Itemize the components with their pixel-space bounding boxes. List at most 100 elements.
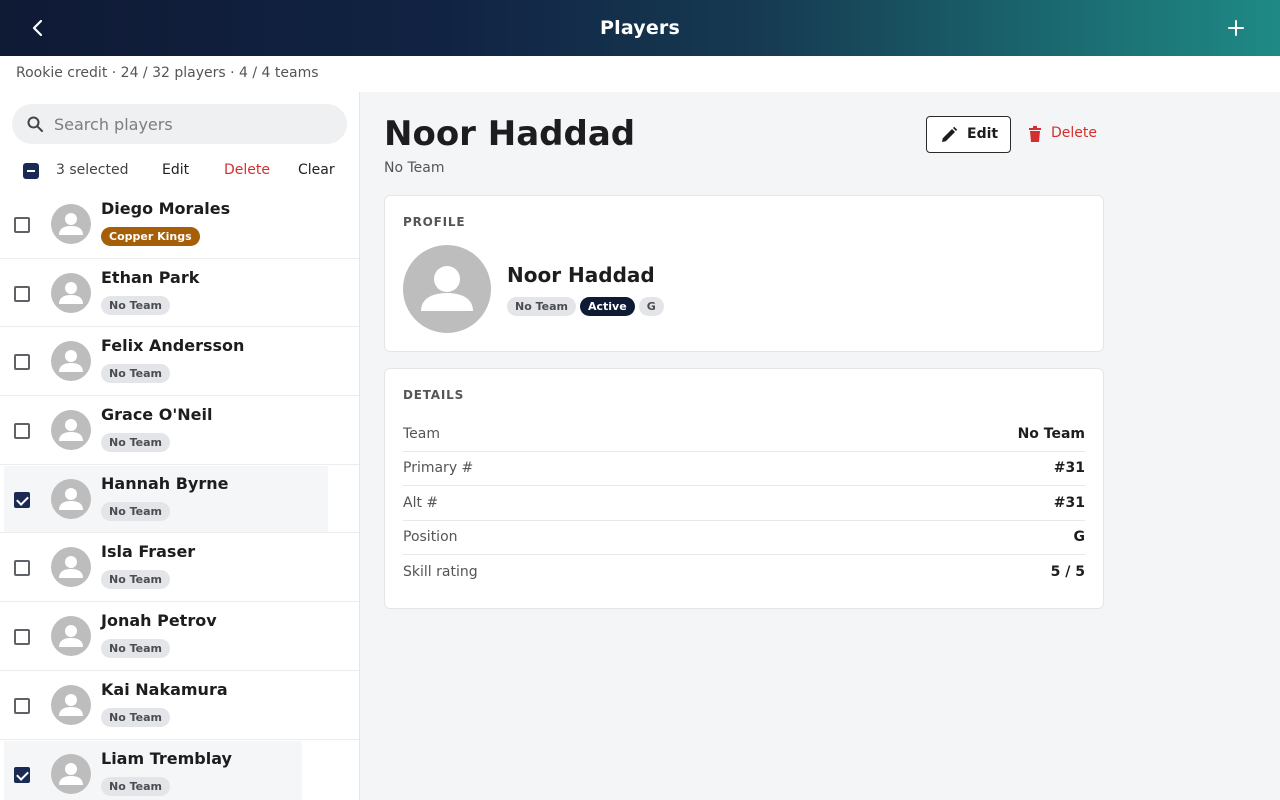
search-bar <box>12 104 347 144</box>
person-icon <box>59 419 83 442</box>
person-icon <box>59 625 83 648</box>
team-chip: No Team <box>101 639 170 659</box>
detail-label: Position <box>403 529 458 545</box>
team-chip: No Team <box>101 570 170 590</box>
person-icon <box>59 281 83 304</box>
detail-label: Primary # <box>403 460 474 476</box>
row-checkbox[interactable] <box>14 766 30 783</box>
team-chip: No Team <box>507 297 576 316</box>
row-checkbox[interactable] <box>14 423 30 440</box>
plus-icon <box>1228 20 1244 36</box>
selection-bar: 3 selected Edit Delete Clear <box>0 156 359 186</box>
detail-player-team: No Team <box>384 160 445 176</box>
detail-value: 5 / 5 <box>1050 564 1085 580</box>
person-icon <box>421 266 473 311</box>
team-chip: No Team <box>101 295 170 315</box>
team-chip: No Team <box>101 433 170 453</box>
edit-label: Edit <box>967 126 999 142</box>
player-name: Isla Fraser <box>101 542 196 562</box>
avatar <box>51 547 91 588</box>
roster-summary: Rookie credit · 24 / 32 players · 4 / 4 … <box>16 65 319 81</box>
detail-label: Alt # <box>403 495 439 511</box>
detail-row-position: Position G <box>403 521 1085 555</box>
avatar <box>51 272 91 313</box>
search-icon <box>27 116 43 132</box>
person-icon <box>59 556 83 579</box>
avatar <box>51 684 91 725</box>
row-checkbox[interactable] <box>14 354 30 371</box>
detail-row-skill-rating: Skill rating 5 / 5 <box>403 556 1085 590</box>
list-item[interactable]: Kai Nakamura No Team <box>0 671 359 740</box>
detail-value: No Team <box>1017 426 1085 442</box>
delete-label: Delete <box>1051 125 1097 141</box>
status-badge: Active <box>579 297 635 316</box>
list-item[interactable]: Felix Andersson No Team <box>0 327 359 397</box>
trash-icon <box>1029 126 1041 142</box>
position-chip: G <box>638 297 664 316</box>
details-card: DETAILS Team No Team Primary # #31 Alt #… <box>384 368 1104 609</box>
detail-row-primary-number: Primary # #31 <box>403 452 1085 486</box>
avatar <box>51 341 91 382</box>
bulk-delete-button[interactable]: Delete <box>224 162 270 178</box>
list-item[interactable]: Diego Morales Copper Kings <box>0 190 359 259</box>
row-checkbox[interactable] <box>14 285 30 302</box>
profile-card: PROFILE Noor Haddad No Team Active G <box>384 195 1104 352</box>
detail-value: #31 <box>1053 495 1085 511</box>
profile-name: Noor Haddad <box>507 263 655 287</box>
player-name: Grace O'Neil <box>101 405 213 425</box>
detail-player-name: Noor Haddad <box>384 114 636 154</box>
person-icon <box>59 487 83 510</box>
list-item[interactable]: Ethan Park No Team <box>0 259 359 328</box>
selected-count: 3 selected <box>56 162 129 178</box>
player-name: Ethan Park <box>101 267 200 287</box>
team-chip: No Team <box>101 364 170 384</box>
profile-chips: No Team Active G <box>507 297 664 316</box>
team-chip: No Team <box>101 501 170 521</box>
row-checkbox[interactable] <box>14 629 30 646</box>
player-name: Liam Tremblay <box>101 748 232 768</box>
clear-selection-button[interactable]: Clear <box>298 162 335 178</box>
app-bar: Players <box>0 0 1280 56</box>
detail-value: G <box>1073 529 1086 545</box>
person-icon <box>59 762 83 785</box>
details-heading: DETAILS <box>403 388 465 402</box>
detail-value: #31 <box>1053 460 1085 476</box>
player-name: Diego Morales <box>101 199 231 218</box>
profile-heading: PROFILE <box>403 215 466 229</box>
detail-label: Team <box>403 426 441 442</box>
back-button[interactable] <box>24 14 52 42</box>
detail-row-team: Team No Team <box>403 418 1085 452</box>
row-checkbox[interactable] <box>14 491 30 508</box>
avatar <box>51 410 91 451</box>
chevron-left-icon <box>32 19 43 37</box>
avatar <box>51 616 91 657</box>
select-all-checkbox[interactable] <box>23 163 39 179</box>
person-icon <box>59 350 83 373</box>
row-checkbox[interactable] <box>14 217 30 233</box>
players-list: Diego Morales Copper Kings Ethan Park No… <box>0 190 359 800</box>
detail-row-alt-number: Alt # #31 <box>403 487 1085 521</box>
list-item[interactable]: Grace O'Neil No Team <box>0 396 359 465</box>
player-name: Jonah Petrov <box>101 611 217 631</box>
person-icon <box>59 693 83 716</box>
team-chip: Copper Kings <box>101 227 200 246</box>
player-detail-pane: Noor Haddad No Team Edit Delete PROFILE … <box>360 92 1280 800</box>
list-item[interactable]: Jonah Petrov No Team <box>0 602 359 671</box>
player-name: Felix Andersson <box>101 336 245 356</box>
players-list-pane: 3 selected Edit Delete Clear Diego Moral… <box>0 92 360 800</box>
row-checkbox[interactable] <box>14 697 30 714</box>
player-name: Hannah Byrne <box>101 473 229 493</box>
avatar <box>403 245 491 333</box>
player-name: Kai Nakamura <box>101 679 228 699</box>
add-player-button[interactable] <box>1222 14 1250 42</box>
row-checkbox[interactable] <box>14 560 30 577</box>
search-input[interactable] <box>54 104 334 144</box>
bulk-edit-button[interactable]: Edit <box>162 162 189 178</box>
team-chip: No Team <box>101 776 170 796</box>
list-item[interactable]: Isla Fraser No Team <box>0 533 359 603</box>
list-item[interactable]: Hannah Byrne No Team <box>0 465 359 534</box>
team-chip: No Team <box>101 707 170 727</box>
edit-player-button[interactable]: Edit <box>926 116 1011 153</box>
list-item[interactable]: Liam Tremblay No Team <box>0 740 359 800</box>
avatar <box>51 753 91 794</box>
